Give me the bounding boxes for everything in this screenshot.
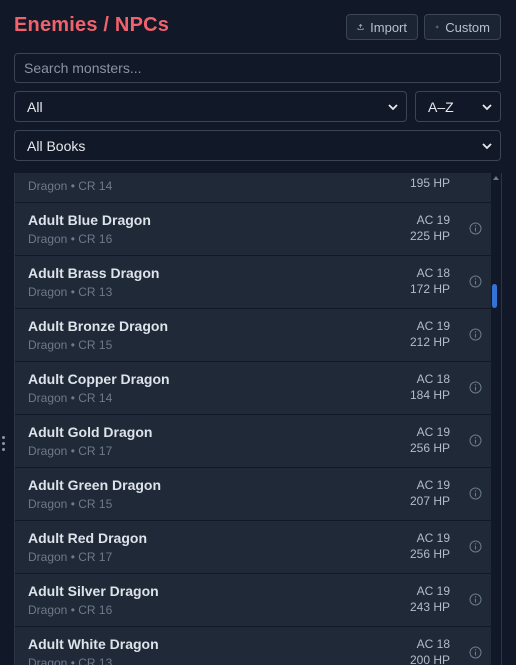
books-filter-value: All Books — [27, 137, 86, 154]
monster-name: Adult Blue Dragon — [28, 212, 151, 228]
monster-ac: AC 19 — [416, 478, 450, 492]
monster-row[interactable]: Adult Green Dragon Dragon • CR 15 AC 19 207… — [15, 468, 491, 521]
monster-hp: 225 HP — [409, 229, 450, 243]
list-scrollbar[interactable] — [491, 173, 502, 665]
books-filter-select[interactable]: All Books — [14, 130, 501, 161]
sort-select[interactable]: A–Z — [415, 91, 501, 122]
monster-subtitle: Dragon • CR 14 — [28, 179, 113, 193]
search-placeholder: Search monsters... — [24, 60, 142, 76]
plus-icon — [435, 25, 439, 29]
monster-subtitle: Dragon • CR 16 — [28, 232, 113, 246]
monster-hp: 256 HP — [409, 547, 450, 561]
import-button[interactable]: Import — [346, 14, 418, 40]
monster-row[interactable]: Adult White Dragon Dragon • CR 13 AC 18 200… — [15, 627, 491, 665]
monster-name: Adult Gold Dragon — [28, 424, 153, 440]
monster-ac: AC 18 — [416, 637, 450, 651]
monster-row[interactable]: Adult Gold Dragon Dragon • CR 17 AC 19 256 … — [15, 415, 491, 468]
monster-hp: 256 HP — [409, 441, 450, 455]
monster-name: Adult Red Dragon — [28, 530, 147, 546]
monster-hp: 243 HP — [409, 600, 450, 614]
monster-subtitle: Dragon • CR 15 — [28, 497, 113, 511]
monster-row[interactable]: Adult Copper Dragon Dragon • CR 14 AC 18 18… — [15, 362, 491, 415]
custom-label: Custom — [445, 19, 490, 35]
monster-subtitle: Dragon • CR 13 — [28, 285, 113, 299]
monster-row[interactable]: Adult Red Dragon Dragon • CR 17 AC 19 256 H… — [15, 521, 491, 574]
chevron-down-icon — [388, 104, 398, 111]
monster-ac: AC 18 — [416, 372, 450, 386]
chevron-down-icon — [482, 104, 492, 111]
monster-subtitle: Dragon • CR 15 — [28, 338, 113, 352]
monster-row[interactable]: Adult Bronze Dragon Dragon • CR 15 AC 19 21… — [15, 309, 491, 362]
custom-button[interactable]: Custom — [424, 14, 501, 40]
monster-name: Adult Bronze Dragon — [28, 318, 168, 334]
chevron-down-icon — [482, 143, 492, 150]
monster-row[interactable]: Adult Brass Dragon Dragon • CR 13 AC 18 172… — [15, 256, 491, 309]
scroll-up-arrow-icon[interactable] — [492, 175, 500, 181]
import-label: Import — [370, 19, 407, 35]
monster-subtitle: Dragon • CR 16 — [28, 603, 113, 617]
monster-name: Adult Copper Dragon — [28, 371, 170, 387]
monster-ac: AC 19 — [416, 531, 450, 545]
type-filter-select[interactable]: All — [14, 91, 407, 122]
monster-hp: 172 HP — [409, 282, 450, 296]
monster-subtitle: Dragon • CR 17 — [28, 444, 113, 458]
search-input[interactable]: Search monsters... — [14, 53, 501, 83]
monster-ac: AC 19 — [416, 213, 450, 227]
info-icon[interactable] — [469, 487, 482, 500]
info-icon[interactable] — [469, 593, 482, 606]
monster-ac: AC 19 — [416, 319, 450, 333]
info-icon[interactable] — [469, 540, 482, 553]
monster-ac: AC 19 — [416, 584, 450, 598]
monster-ac: AC 19 — [416, 425, 450, 439]
info-icon[interactable] — [469, 275, 482, 288]
info-icon[interactable] — [469, 328, 482, 341]
monster-name: Adult Silver Dragon — [28, 583, 159, 599]
info-icon[interactable] — [469, 222, 482, 235]
info-icon[interactable] — [469, 434, 482, 447]
scroll-thumb[interactable] — [492, 284, 497, 308]
info-icon[interactable] — [469, 646, 482, 659]
info-icon[interactable] — [469, 381, 482, 394]
type-filter-value: All — [27, 98, 43, 115]
monster-name: Adult Brass Dragon — [28, 265, 160, 281]
monster-subtitle: Dragon • CR 14 — [28, 391, 113, 405]
sort-value: A–Z — [428, 98, 454, 115]
monster-hp: 200 HP — [409, 653, 450, 665]
monster-hp: 195 HP — [409, 176, 450, 190]
monster-name: Adult White Dragon — [28, 636, 159, 652]
monster-list[interactable]: Dragon • CR 14 195 HP Adult Blue Dragon D… — [14, 173, 492, 665]
page-title: Enemies / NPCs — [14, 14, 170, 36]
monster-hp: 212 HP — [409, 335, 450, 349]
monster-hp: 207 HP — [409, 494, 450, 508]
monster-row[interactable]: Adult Silver Dragon Dragon • CR 16 AC 19 24… — [15, 574, 491, 627]
monster-subtitle: Dragon • CR 13 — [28, 656, 113, 665]
monster-ac: AC 18 — [416, 266, 450, 280]
monster-subtitle: Dragon • CR 17 — [28, 550, 113, 564]
monster-hp: 184 HP — [409, 388, 450, 402]
monster-name: Adult Green Dragon — [28, 477, 162, 493]
drag-handle-icon[interactable] — [2, 436, 6, 452]
monster-row-partial[interactable]: Dragon • CR 14 195 HP — [15, 173, 491, 203]
monster-row[interactable]: Adult Blue Dragon Dragon • CR 16 AC 19 225 … — [15, 203, 491, 256]
upload-icon — [357, 23, 364, 30]
